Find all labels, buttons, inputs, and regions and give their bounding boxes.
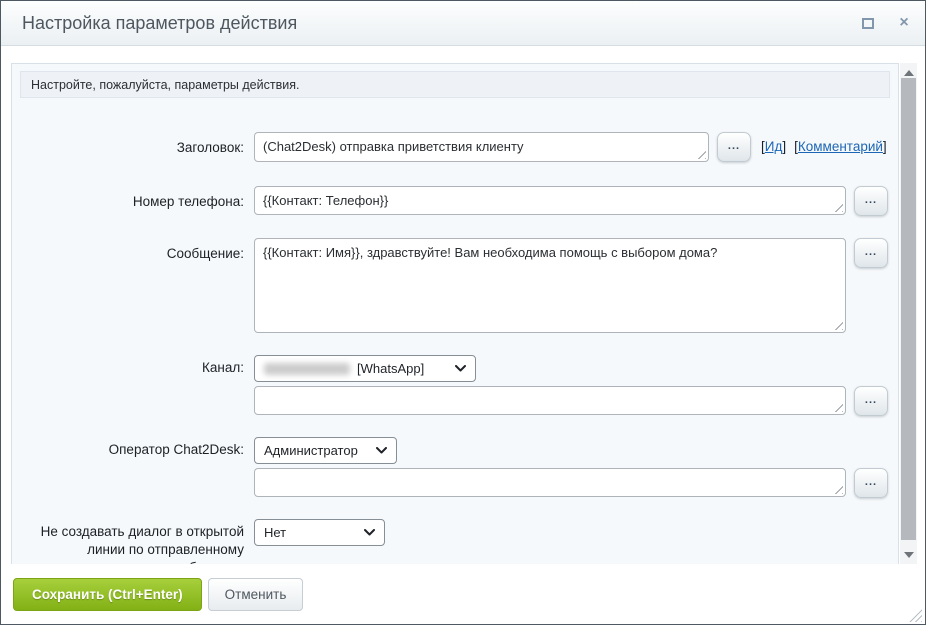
phone-more-button[interactable]: ... [854, 186, 888, 216]
no-dialog-label: Не создавать диалог в открытой линии по … [12, 516, 254, 566]
maximize-button[interactable] [859, 14, 877, 32]
ellipsis-icon: ... [728, 139, 740, 153]
maximize-icon [862, 18, 874, 29]
row-channel: Канал: [WhatsApp] [12, 352, 898, 382]
save-button[interactable]: Сохранить (Ctrl+Enter) [13, 578, 202, 611]
parameters-form: Заголовок: (Chat2Desk) отправка приветст… [12, 98, 898, 566]
row-no-dialog: Не создавать диалог в открытой линии по … [12, 516, 898, 566]
ellipsis-icon: ... [865, 393, 877, 407]
id-link[interactable]: Ид [765, 139, 783, 154]
row-operator: Оператор Chat2Desk: Администратор [12, 434, 898, 464]
chevron-down-icon [364, 529, 375, 536]
operator-extra-input[interactable] [254, 468, 846, 497]
message-input[interactable]: {{Контакт: Имя}}, здравствуйте! Вам необ… [254, 238, 846, 333]
channel-extra-input[interactable] [254, 386, 846, 415]
no-dialog-selected-value: Нет [264, 525, 358, 540]
comment-link[interactable]: Комментарий [798, 139, 883, 154]
operator-selected-value: Администратор [264, 443, 370, 458]
info-banner: Настройте, пожалуйста, параметры действи… [20, 71, 890, 98]
dialog-titlebar: Настройка параметров действия × [1, 1, 925, 46]
row-operator-extra: ... [12, 468, 898, 498]
phone-label: Номер телефона: [12, 186, 254, 211]
no-dialog-select[interactable]: Нет [254, 519, 385, 546]
channel-label: Канал: [12, 352, 254, 377]
header-more-button[interactable]: ... [717, 132, 751, 162]
channel-selected-value: [WhatsApp] [357, 361, 449, 376]
action-settings-dialog: Настройка параметров действия × Настройт… [0, 0, 926, 625]
form-panel: Настройте, пожалуйста, параметры действи… [11, 63, 899, 566]
dialog-body: Настройте, пожалуйста, параметры действи… [11, 63, 917, 566]
close-icon: × [899, 15, 908, 31]
header-links: [Ид][Комментарий] [761, 132, 887, 154]
operator-select[interactable]: Администратор [254, 437, 397, 464]
operator-label: Оператор Chat2Desk: [12, 434, 254, 459]
row-message: Сообщение: {{Контакт: Имя}}, здравствуйт… [12, 238, 898, 333]
ellipsis-icon: ... [865, 193, 877, 207]
dialog-title: Настройка параметров действия [22, 13, 297, 34]
header-input[interactable]: (Chat2Desk) отправка приветствия клиенту [254, 132, 709, 162]
scroll-up-icon [904, 70, 914, 76]
dialog-footer: Сохранить (Ctrl+Enter) Отменить [1, 564, 925, 624]
scroll-down-icon [904, 552, 914, 558]
scrollbar-thumb[interactable] [901, 78, 916, 540]
row-phone: Номер телефона: {{Контакт: Телефон}} ... [12, 186, 898, 216]
close-button[interactable]: × [895, 14, 913, 32]
operator-more-button[interactable]: ... [854, 468, 888, 498]
ellipsis-icon: ... [865, 475, 877, 489]
vertical-scrollbar[interactable] [900, 63, 917, 566]
scrollbar-down-button[interactable] [900, 549, 917, 561]
header-label: Заголовок: [12, 132, 254, 157]
phone-input[interactable]: {{Контакт: Телефон}} [254, 186, 846, 215]
ellipsis-icon: ... [865, 245, 877, 259]
chevron-down-icon [455, 365, 466, 372]
chevron-down-icon [376, 447, 387, 454]
row-channel-extra: ... [12, 386, 898, 416]
message-more-button[interactable]: ... [854, 238, 888, 268]
redacted-text [264, 363, 350, 375]
cancel-button[interactable]: Отменить [208, 578, 304, 611]
channel-select[interactable]: [WhatsApp] [254, 355, 476, 382]
message-label: Сообщение: [12, 238, 254, 263]
row-header: Заголовок: (Chat2Desk) отправка приветст… [12, 132, 898, 162]
channel-more-button[interactable]: ... [854, 386, 888, 416]
